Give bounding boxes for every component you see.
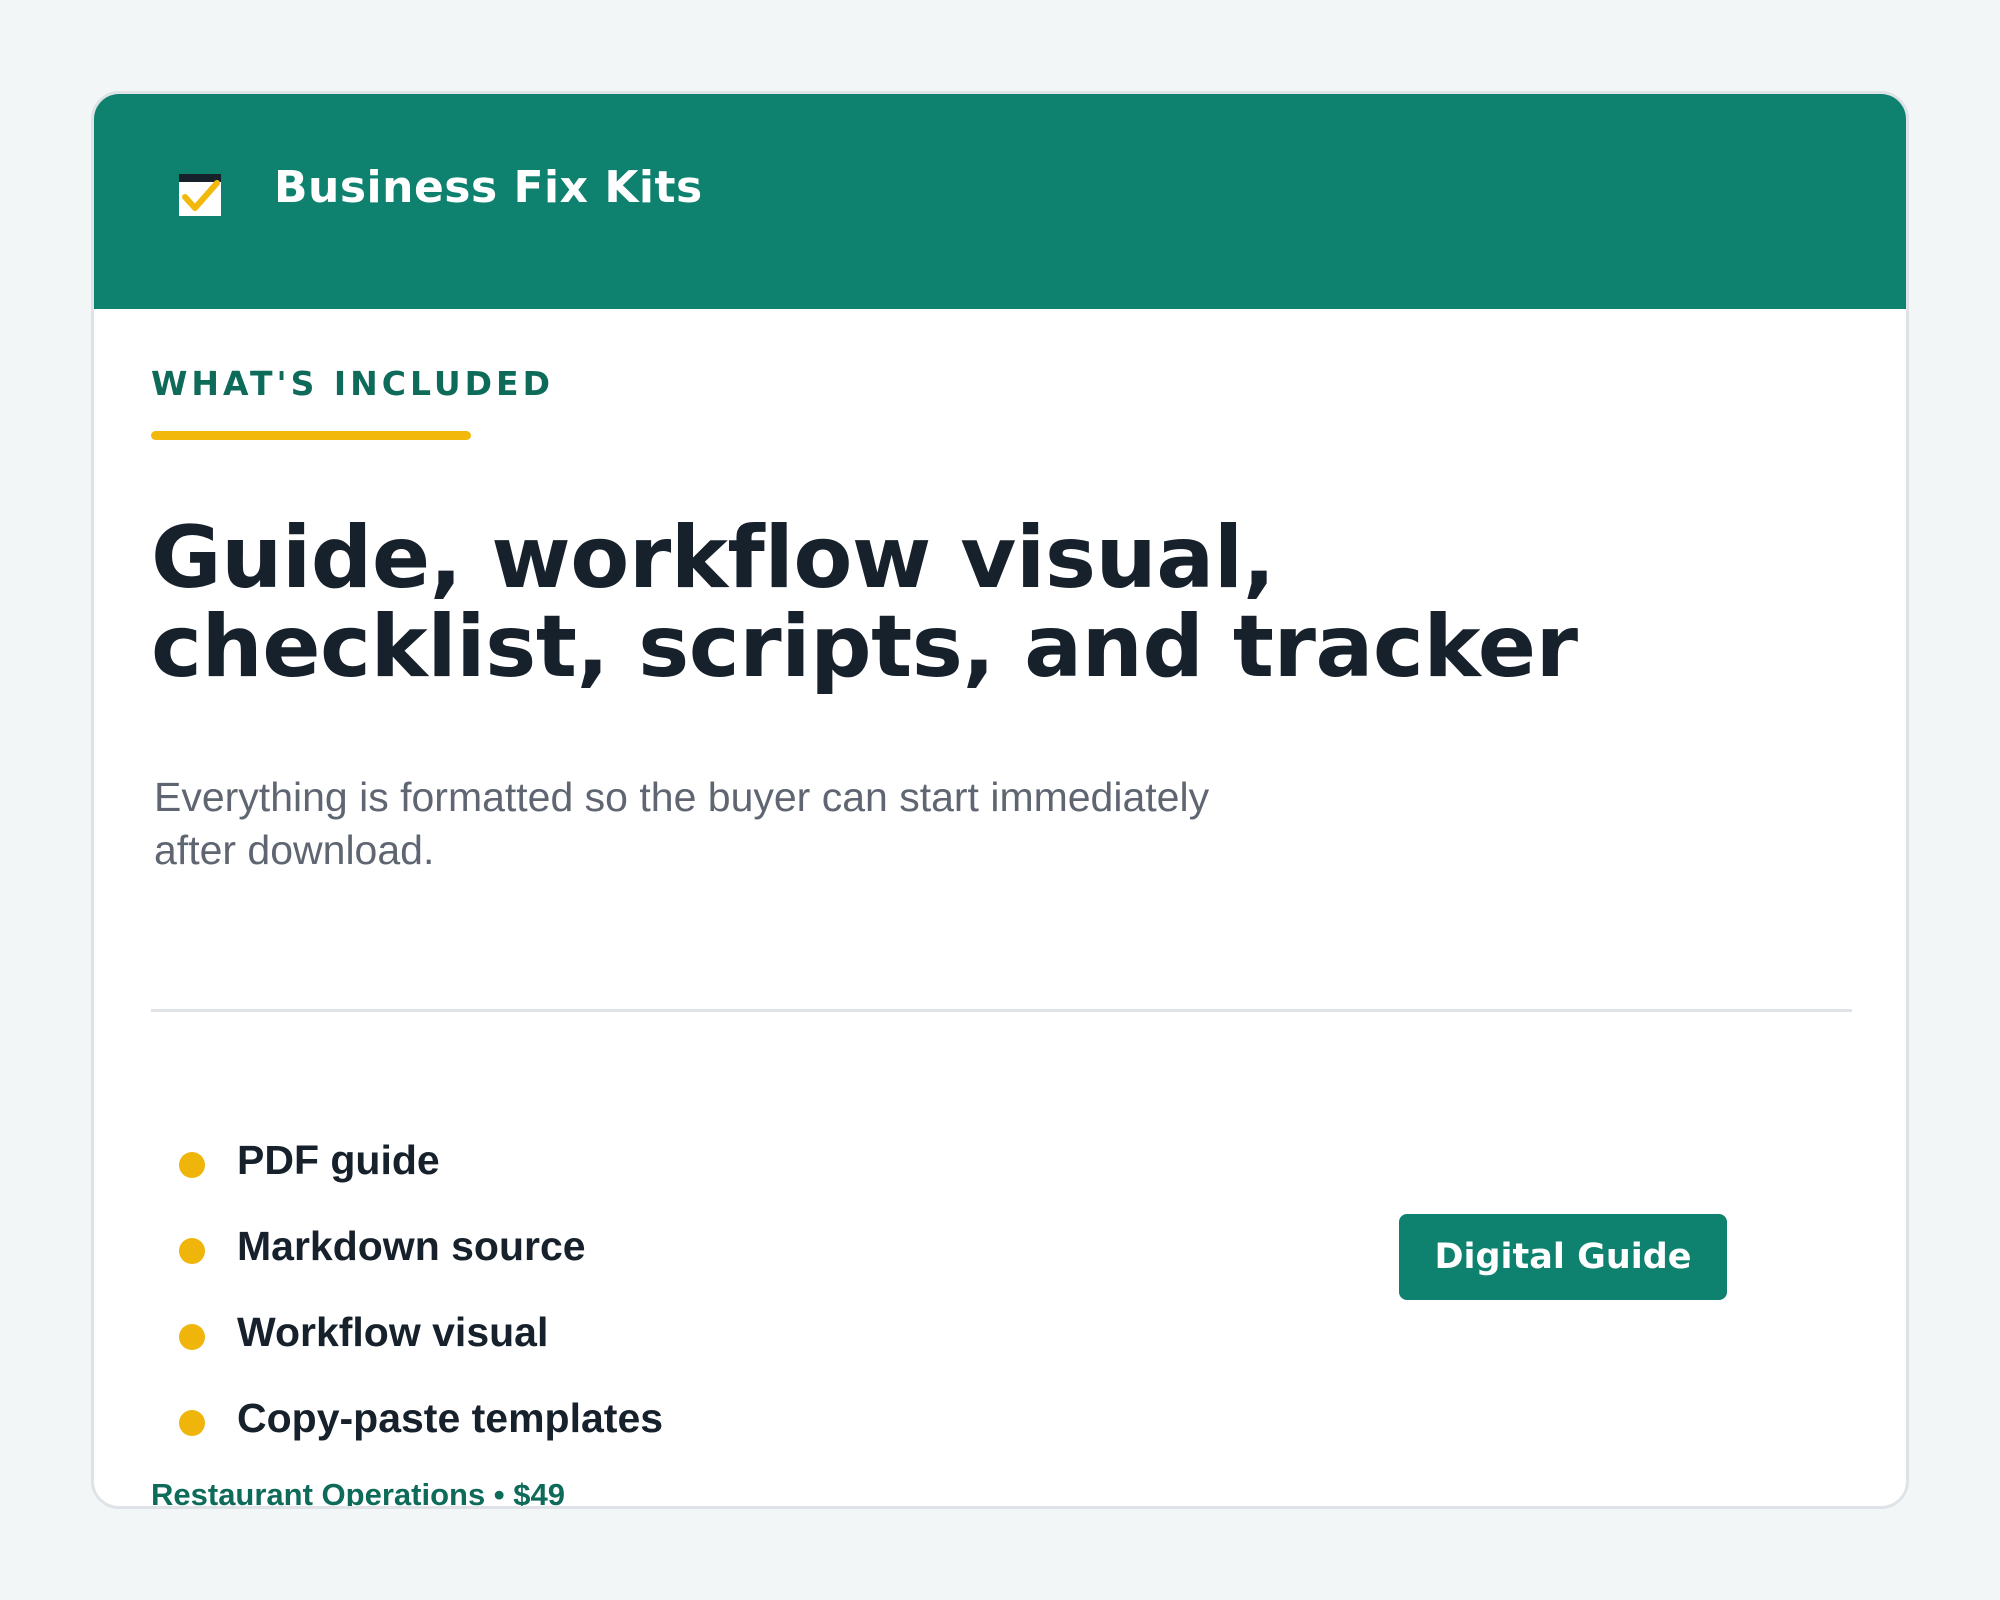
section-eyebrow: WHAT'S INCLUDED (151, 364, 554, 403)
bullet-dot-icon (179, 1152, 205, 1178)
bullet-dot-icon (179, 1324, 205, 1350)
feature-label: PDF guide (237, 1137, 440, 1183)
description-line-2: after download. (154, 827, 435, 873)
headline-line-1: Guide, workflow visual, (151, 508, 1275, 608)
section-divider (151, 1009, 1852, 1012)
list-item: Workflow visual (179, 1308, 663, 1394)
feature-label: Workflow visual (237, 1309, 549, 1355)
list-item: Markdown source (179, 1222, 663, 1308)
description-line-1: Everything is formatted so the buyer can… (154, 774, 1210, 820)
feature-list: PDF guide Markdown source Workflow visua… (179, 1136, 663, 1480)
brand-name[interactable]: Business Fix Kits (274, 162, 703, 213)
feature-label: Markdown source (237, 1223, 586, 1269)
page-title: Guide, workflow visual, checklist, scrip… (151, 514, 1751, 692)
feature-label: Copy-paste templates (237, 1395, 664, 1441)
list-item: Copy-paste templates (179, 1394, 663, 1480)
headline-line-2: checklist, scripts, and tracker (151, 597, 1578, 697)
bullet-dot-icon (179, 1410, 205, 1436)
digital-guide-button[interactable]: Digital Guide (1399, 1214, 1727, 1300)
eyebrow-underline (151, 431, 471, 440)
checkbox-check-icon (179, 174, 221, 216)
description: Everything is formatted so the buyer can… (154, 771, 1334, 877)
list-item: PDF guide (179, 1136, 663, 1222)
bullet-dot-icon (179, 1238, 205, 1264)
category-price: Restaurant Operations • $49 (151, 1477, 565, 1509)
card-header: Business Fix Kits (94, 94, 1906, 309)
product-card: Business Fix Kits WHAT'S INCLUDED Guide,… (91, 91, 1909, 1509)
